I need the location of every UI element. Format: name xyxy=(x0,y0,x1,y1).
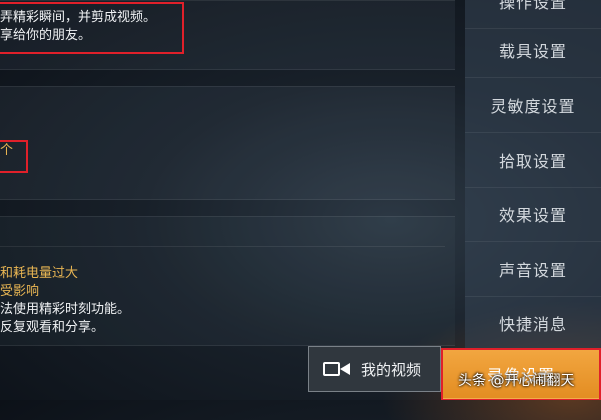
count-annotation-box xyxy=(0,140,28,173)
highlight-annotation-box xyxy=(0,2,184,54)
warning-line2: 受影响 xyxy=(0,284,40,299)
watermark: 头条 @开心闹翻天 xyxy=(458,373,575,389)
warning-line3: 法使用精彩时刻功能。 xyxy=(0,302,131,317)
warning-line1: 和耗电量过大 xyxy=(0,266,79,281)
sidebar-item-sound[interactable]: 声音设置 xyxy=(465,242,601,297)
sidebar-item-vehicle[interactable]: 载具设置 xyxy=(465,23,601,78)
sidebar-item-quick-messages[interactable]: 快捷消息 xyxy=(465,296,601,351)
settings-sidebar: 操作设置 载具设置 灵敏度设置 拾取设置 效果设置 声音设置 快捷消息 xyxy=(465,0,601,400)
sidebar-item-pickup[interactable]: 拾取设置 xyxy=(465,133,601,188)
count-settings-panel xyxy=(0,86,455,200)
warning-line4: 反复观看和分享。 xyxy=(0,320,105,335)
warning-divider xyxy=(0,246,445,247)
sidebar-item-sensitivity[interactable]: 灵敏度设置 xyxy=(465,78,601,133)
my-video-label: 我的视频 xyxy=(361,360,422,379)
sidebar-item-effects[interactable]: 效果设置 xyxy=(465,187,601,242)
my-video-button[interactable]: 我的视频 xyxy=(308,346,441,392)
video-camera-icon xyxy=(323,360,351,378)
